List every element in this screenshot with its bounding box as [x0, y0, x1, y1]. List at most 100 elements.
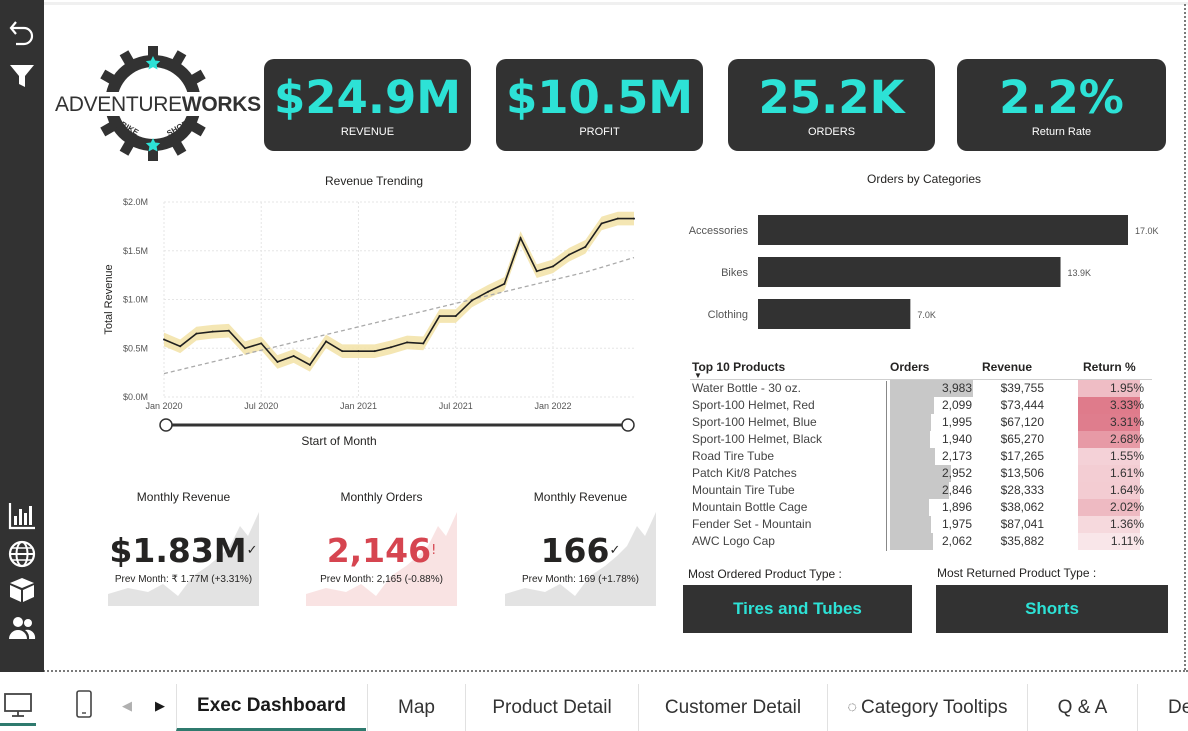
cell-product: Water Bottle - 30 oz. [692, 381, 801, 395]
forecast-band [164, 211, 634, 372]
kpi-label: Return Rate [1031, 126, 1092, 138]
monthly-card: Monthly Revenue 166✓ Prev Month: 169 (+1.7… [505, 486, 656, 606]
data-point [519, 237, 522, 240]
cell-orders: 2,099 [941, 398, 972, 412]
y-axis-label: Total Revenue [103, 264, 115, 334]
card-title: Monthly Revenue [136, 490, 231, 504]
table-row[interactable]: Patch Kit/8 Patches 2,952 $13,506 1.61% [690, 465, 1152, 482]
col-revenue[interactable]: Revenue [982, 360, 1032, 374]
monthly-card: Monthly Orders 2,146! Prev Month: 2,165 (-… [306, 486, 457, 606]
table-row[interactable]: Sport-100 Helmet, Red 2,099 $73,444 3.33% [690, 397, 1152, 414]
tab-label: Customer Detail [664, 696, 802, 718]
data-point [551, 265, 554, 268]
users-icon[interactable] [6, 612, 38, 644]
check-icon: ✓ [609, 543, 621, 558]
orders-databar [890, 431, 931, 448]
table-row[interactable]: Mountain Tire Tube 2,846 $28,333 1.64% [690, 482, 1152, 499]
revenue-trend-chart[interactable]: $0.0M $0.5M $1.0M $1.5M $2.0M Jan 2020 Jul 202… [96, 190, 656, 460]
cell-return: 3.31% [1109, 415, 1144, 429]
table-row[interactable]: Sport-100 Helmet, Blue 1,995 $67,120 3.31% [690, 414, 1152, 431]
cell-revenue: $67,120 [1000, 415, 1044, 429]
orders-databar [890, 414, 932, 431]
data-point [389, 346, 392, 349]
data-point [179, 345, 182, 348]
kpi-value: 2.2% [999, 71, 1124, 124]
col-product[interactable]: Top 10 Products [692, 360, 785, 374]
cell-product: Patch Kit/8 Patches [692, 466, 797, 480]
kpi-return-rate: 2.2% Return Rate [957, 59, 1166, 151]
x-tick-label: Jan 2020 [145, 401, 182, 411]
table-row[interactable]: AWC Logo Cap 2,062 $35,882 1.11% [690, 533, 1152, 550]
card-value: 166✓ [540, 531, 621, 570]
tab-category-tooltips[interactable]: ◌ Category Tooltips [827, 684, 1027, 731]
filter-icon[interactable] [6, 60, 38, 92]
box-icon[interactable] [6, 574, 38, 606]
cell-product: AWC Logo Cap [692, 534, 775, 548]
table-row[interactable]: Road Tire Tube 2,173 $17,265 1.55% [690, 448, 1152, 465]
tab-product-detail[interactable]: Product Detail [465, 684, 638, 731]
cell-product: Sport-100 Helmet, Blue [692, 415, 817, 429]
top-products-table[interactable]: Top 10 Products ▼ Orders Revenue Return … [690, 358, 1152, 551]
card-prev-month: Prev Month: ₹ 1.77M (+3.31%) [114, 574, 253, 585]
cell-orders: 2,062 [941, 534, 972, 548]
data-point [292, 355, 295, 358]
cell-return: 1.64% [1109, 483, 1144, 497]
bar-chart-icon[interactable] [6, 500, 38, 532]
warning-icon: ! [431, 543, 437, 558]
card-value: $1.83M✓ [109, 531, 258, 570]
col-return[interactable]: Return % [1083, 360, 1136, 374]
data-point [211, 330, 214, 333]
monthly-card: Monthly Revenue $1.83M✓ Prev Month: ₹ 1.77… [108, 486, 259, 606]
cell-revenue: $73,444 [1000, 398, 1044, 412]
cell-orders: 2,173 [941, 449, 972, 463]
tab-scroll-right-icon[interactable]: ▶ [155, 698, 165, 714]
x-tick-label: Jan 2021 [340, 401, 377, 411]
tab-scroll-left-icon[interactable]: ◀ [122, 698, 132, 714]
tab-q-a[interactable]: Q & A [1027, 684, 1137, 731]
data-point [195, 332, 198, 335]
desktop-view-icon[interactable] [0, 686, 36, 726]
y-tick-label: $0.0M [123, 392, 148, 402]
tab-map[interactable]: Map [367, 684, 465, 731]
tab-de[interactable]: De [1137, 684, 1188, 731]
cell-revenue: $39,755 [1000, 381, 1044, 395]
table-row[interactable]: Water Bottle - 30 oz. 3,983 $39,755 1.95% [690, 380, 1152, 397]
mobile-view-icon[interactable] [72, 686, 96, 722]
cell-orders: 1,940 [941, 432, 972, 446]
globe-icon[interactable] [6, 538, 38, 570]
cell-return: 1.11% [1110, 534, 1144, 548]
tab-exec-dashboard[interactable]: Exec Dashboard [176, 684, 366, 731]
tab-label: Category Tooltips [861, 696, 1008, 718]
most-returned-value: Shorts [936, 585, 1168, 633]
orders-databar [890, 448, 936, 465]
data-label: 13.9K [1068, 268, 1092, 278]
data-point [341, 350, 344, 353]
check-icon: ✓ [246, 543, 258, 558]
cell-revenue: $28,333 [1000, 483, 1044, 497]
table-row[interactable]: Fender Set - Mountain 1,975 $87,041 1.36% [690, 516, 1152, 533]
back-arrow-icon[interactable] [6, 16, 38, 48]
category-label: Bikes [721, 267, 748, 279]
cell-orders: 2,952 [941, 466, 972, 480]
cell-revenue: $13,506 [1000, 466, 1044, 480]
data-point [470, 299, 473, 302]
cell-orders: 1,896 [941, 500, 972, 514]
slider-start-handle[interactable] [159, 418, 173, 432]
data-point [260, 342, 263, 345]
tab-label: Map [398, 696, 435, 718]
category-bar [758, 299, 911, 329]
category-label: Clothing [708, 309, 748, 321]
table-header: Top 10 Products ▼ Orders Revenue Return … [690, 358, 1152, 380]
data-point [633, 217, 635, 220]
tab-customer-detail[interactable]: Customer Detail [638, 684, 827, 731]
slider-end-handle[interactable] [621, 418, 635, 432]
hidden-page-icon: ◌ [847, 698, 858, 716]
col-orders[interactable]: Orders [890, 360, 929, 374]
orders-databar [890, 533, 933, 550]
cell-return: 3.33% [1109, 398, 1144, 412]
sort-desc-icon[interactable]: ▼ [694, 371, 702, 380]
orders-by-category-chart[interactable]: Accessories 17.0K Bikes 13.9K Clothing 7.0K [680, 205, 1170, 335]
data-point [584, 245, 587, 248]
table-row[interactable]: Sport-100 Helmet, Black 1,940 $65,270 2.68% [690, 431, 1152, 448]
table-row[interactable]: Mountain Bottle Cage 1,896 $38,062 2.02% [690, 499, 1152, 516]
